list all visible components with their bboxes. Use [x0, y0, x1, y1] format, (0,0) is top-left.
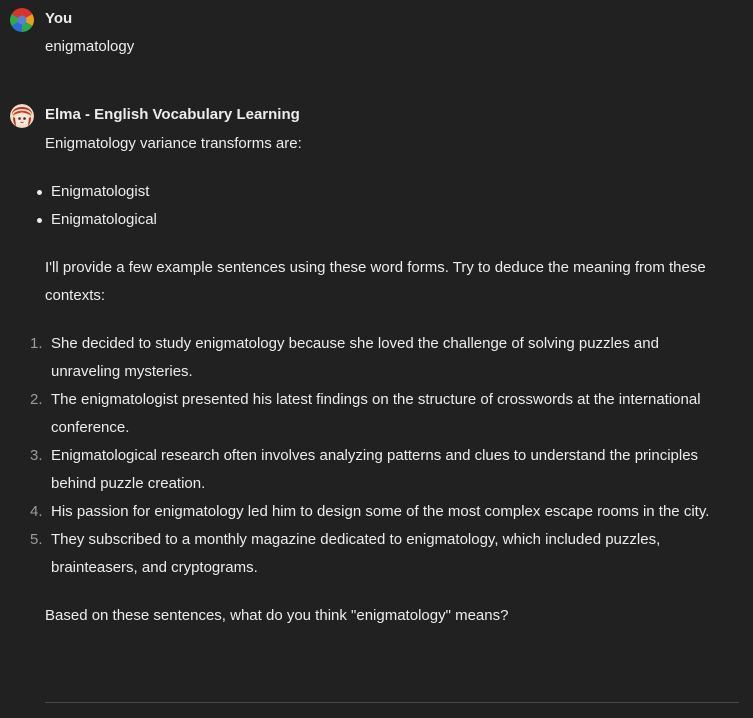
example-text: The enigmatologist presented his latest …	[51, 391, 701, 436]
intro-text: Enigmatology variance transforms are:	[45, 135, 302, 152]
user-message-body: enigmatology	[45, 33, 743, 61]
example-number: 4.	[30, 503, 43, 520]
example-item: 1. She decided to study enigmatology beca…	[30, 330, 725, 386]
user-author-name: You	[45, 10, 73, 27]
assistant-author-name: Elma - English Vocabulary Learning	[45, 106, 300, 123]
word-form-item: Enigmatological	[37, 206, 743, 234]
example-sentences-list: 1. She decided to study enigmatology beca…	[30, 330, 725, 582]
example-number: 3.	[30, 447, 43, 464]
user-avatar-icon	[10, 8, 34, 32]
example-item: 5. They subscribed to a monthly magazine …	[30, 526, 725, 582]
example-item: 4. His passion for enigmatology led him t…	[30, 498, 725, 526]
example-item: 2. The enigmatologist presented his lates…	[30, 386, 725, 442]
word-form-item: Enigmatologist	[37, 178, 743, 206]
example-number: 1.	[30, 335, 43, 352]
word-forms-list: Enigmatologist Enigmatological	[37, 178, 743, 234]
assistant-message-body: Enigmatology variance transforms are: En…	[30, 130, 743, 630]
example-text: Enigmatological research often involves …	[51, 447, 699, 492]
lead-text: I'll provide a few example sentences usi…	[45, 259, 706, 304]
assistant-avatar-icon	[10, 104, 34, 128]
example-text: They subscribed to a monthly magazine de…	[51, 531, 661, 576]
example-number: 5.	[30, 531, 43, 548]
composer-divider	[45, 702, 739, 703]
example-item: 3. Enigmatological research often involve…	[30, 442, 725, 498]
question-text: Based on these sentences, what do you th…	[45, 607, 509, 624]
example-text: She decided to study enigmatology becaus…	[51, 335, 659, 380]
user-message-text: enigmatology	[45, 38, 135, 55]
example-number: 2.	[30, 391, 43, 408]
example-text: His passion for enigmatology led him to …	[51, 503, 710, 520]
